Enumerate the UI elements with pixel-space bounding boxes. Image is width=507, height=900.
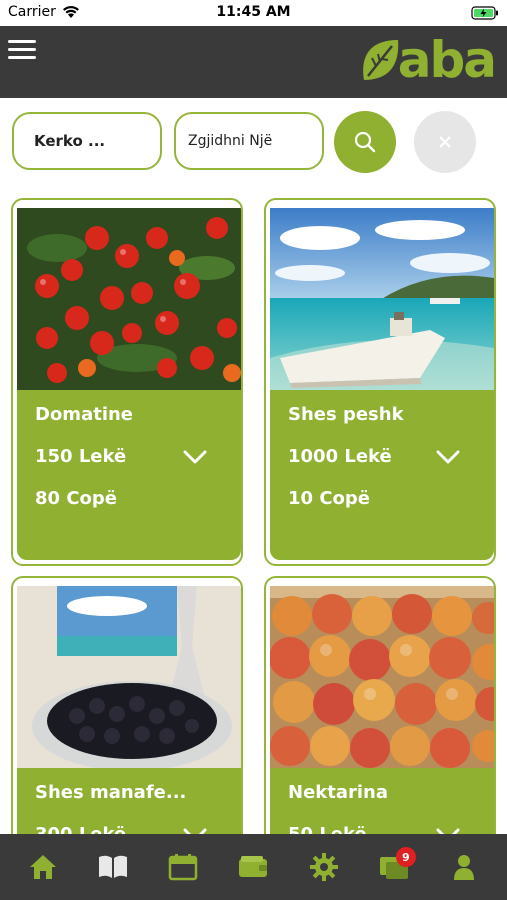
tab-profile[interactable] [442, 845, 486, 889]
chevron-down-icon[interactable] [183, 450, 207, 464]
bottom-tab-bar: 9 [0, 834, 507, 900]
calendar-icon [169, 854, 198, 881]
product-quantity: 80 Copë [35, 488, 117, 509]
status-bar: Carrier 11:45 AM [0, 0, 507, 26]
product-name: Domatine [35, 404, 134, 425]
messages-badge: 9 [395, 847, 416, 867]
product-info: Shes peshk 1000 Lekë 10 Copë [270, 390, 494, 560]
clear-button[interactable] [414, 111, 476, 173]
product-quantity: 10 Copë [288, 488, 370, 509]
tab-messages[interactable]: 9 [372, 845, 416, 889]
app-logo: aba [358, 31, 497, 89]
product-name: Shes manafe... [35, 782, 187, 803]
tab-calendar[interactable] [161, 845, 205, 889]
close-icon [439, 136, 451, 148]
book-icon [99, 855, 128, 878]
search-input[interactable]: Kerko ... [12, 112, 162, 170]
home-icon [30, 855, 57, 879]
category-select[interactable]: Zgjidhni Një [174, 112, 324, 170]
chevron-down-icon[interactable] [436, 450, 460, 464]
product-image-tomatoes [17, 208, 241, 390]
product-card[interactable]: Shes manafe... 300 Lekë [11, 576, 243, 876]
search-button[interactable] [334, 111, 396, 173]
product-name: Shes peshk [288, 404, 404, 425]
search-icon [354, 131, 376, 153]
tab-home[interactable] [21, 845, 65, 889]
logo-text: aba [397, 31, 497, 89]
tab-wallet[interactable] [231, 845, 275, 889]
product-name: Nektarina [288, 782, 389, 803]
product-image-blackberries [17, 586, 241, 768]
app-header: aba [0, 26, 507, 98]
hamburger-menu-icon[interactable] [8, 40, 38, 62]
leaf-icon [362, 40, 398, 80]
gear-icon [309, 853, 338, 881]
product-card[interactable]: Domatine 150 Lekë 80 Copë [11, 198, 243, 566]
product-info: Domatine 150 Lekë 80 Copë [17, 390, 241, 560]
tab-settings[interactable] [302, 845, 346, 889]
product-card[interactable]: Shes peshk 1000 Lekë 10 Copë [264, 198, 496, 566]
product-price: 1000 Lekë [288, 446, 392, 467]
product-image-boat [270, 208, 494, 390]
tab-catalog[interactable] [91, 845, 135, 889]
product-price: 150 Lekë [35, 446, 127, 467]
wallet-icon [239, 856, 268, 877]
clock: 11:45 AM [216, 4, 291, 20]
battery-charging-icon [471, 6, 498, 20]
product-image-nectarines [270, 586, 494, 768]
user-icon [453, 855, 474, 880]
product-card[interactable]: Nektarina 50 Lekë [264, 576, 496, 876]
